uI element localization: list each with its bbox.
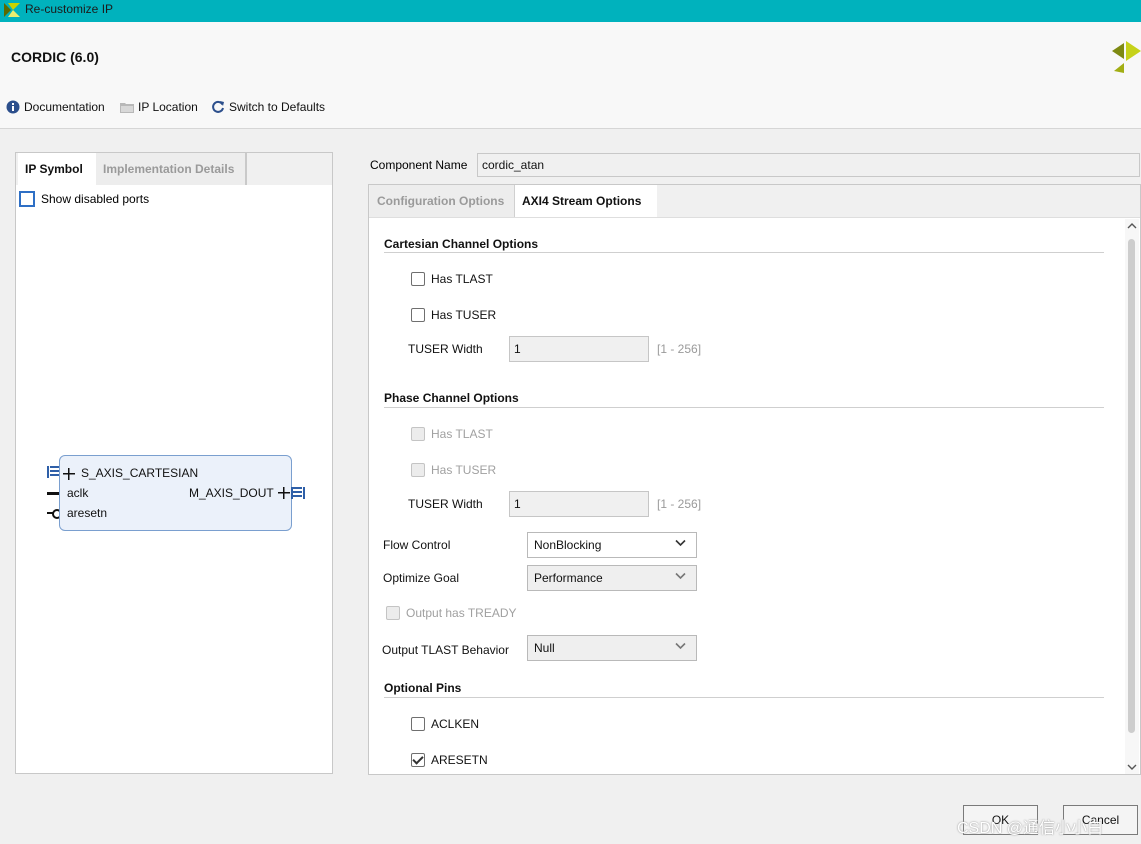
- show-disabled-ports-checkbox[interactable]: Show disabled ports: [19, 191, 149, 207]
- port-aresetn: aresetn: [67, 506, 108, 520]
- switch-to-defaults-label: Switch to Defaults: [229, 100, 326, 114]
- phase-has-tuser-checkbox[interactable]: Has TUSER: [411, 463, 496, 477]
- chevron-down-icon: [675, 642, 686, 650]
- output-tlast-behavior-label: Output TLAST Behavior: [382, 643, 509, 657]
- tab-implementation-details[interactable]: Implementation Details: [96, 153, 247, 185]
- refresh-icon: [211, 100, 225, 114]
- phase-tuser-width-label: TUSER Width: [408, 497, 483, 511]
- checkbox-box: [411, 717, 425, 731]
- chevron-down-icon: [675, 572, 686, 580]
- checkbox-box: [411, 753, 425, 767]
- check-mark-icon: [412, 753, 424, 765]
- show-disabled-ports-label: Show disabled ports: [41, 192, 150, 206]
- output-tready-checkbox[interactable]: Output has TREADY: [386, 606, 517, 620]
- section-divider: [384, 407, 1104, 408]
- vendor-logo-icon: [1112, 41, 1141, 76]
- folder-icon: [120, 101, 134, 113]
- vertical-scrollbar[interactable]: [1125, 219, 1139, 774]
- section-divider: [384, 252, 1104, 253]
- phase-has-tlast-checkbox[interactable]: Has TLAST: [411, 427, 493, 441]
- expand-plus-icon[interactable]: [278, 487, 290, 499]
- optimize-goal-label: Optimize Goal: [383, 571, 460, 585]
- phase-section-title: Phase Channel Options: [384, 391, 519, 405]
- port-m-axis-dout: M_AXIS_DOUT: [189, 486, 274, 500]
- component-name-input[interactable]: [477, 153, 1140, 177]
- cartesian-has-tlast-label: Has TLAST: [431, 272, 493, 286]
- window-titlebar: Re-customize IP: [0, 0, 1141, 22]
- flow-control-label: Flow Control: [383, 538, 451, 552]
- aclken-checkbox[interactable]: ACLKEN: [411, 717, 479, 731]
- checkbox-box: [19, 191, 35, 207]
- ip-block: S_AXIS_CARTESIAN aclk aresetn M_AXIS_DOU…: [59, 455, 292, 531]
- phase-has-tlast-label: Has TLAST: [431, 427, 493, 441]
- ip-location-button[interactable]: IP Location: [120, 100, 198, 114]
- component-name-label: Component Name: [370, 158, 468, 172]
- tab-configuration-options[interactable]: Configuration Options: [370, 185, 516, 217]
- cartesian-tuser-width-range: [1 - 256]: [657, 342, 702, 356]
- scrollbar-thumb[interactable]: [1128, 239, 1135, 733]
- aresetn-label: ARESETN: [431, 753, 488, 767]
- cartesian-has-tuser-checkbox[interactable]: Has TUSER: [411, 308, 496, 322]
- cartesian-tuser-width-input[interactable]: 1: [509, 336, 649, 362]
- checkbox-box: [411, 427, 425, 441]
- info-icon: [6, 100, 20, 114]
- documentation-button[interactable]: Documentation: [6, 100, 105, 114]
- chevron-down-icon: [675, 539, 686, 547]
- port-aclk: aclk: [67, 486, 89, 500]
- aresetn-checkbox[interactable]: ARESETN: [411, 753, 488, 767]
- checkbox-box: [411, 272, 425, 286]
- optimize-goal-value: Performance: [534, 571, 603, 585]
- right-tab-bar: Configuration Options AXI4 Stream Option…: [369, 185, 1140, 218]
- left-tab-bar: IP Symbol Implementation Details: [16, 153, 332, 185]
- watermark: CSDN @通信小小白: [957, 820, 1104, 837]
- cartesian-has-tuser-label: Has TUSER: [431, 308, 497, 322]
- ip-title: CORDIC (6.0): [11, 49, 99, 65]
- checkbox-box: [411, 308, 425, 322]
- flow-control-select[interactable]: NonBlocking: [527, 532, 697, 558]
- optional-pins-section-title: Optional Pins: [384, 681, 462, 695]
- window-title: Re-customize IP: [25, 2, 114, 16]
- documentation-label: Documentation: [24, 100, 105, 114]
- flow-control-value: NonBlocking: [534, 538, 602, 552]
- ip-header: CORDIC (6.0) Documentation IP Location S…: [0, 22, 1141, 129]
- aclk-pin: [47, 492, 59, 495]
- checkbox-box: [386, 606, 400, 620]
- cartesian-section-title: Cartesian Channel Options: [384, 237, 539, 251]
- tab-axi4-stream-options[interactable]: AXI4 Stream Options: [515, 185, 657, 217]
- expand-plus-icon[interactable]: [63, 468, 75, 480]
- aclken-label: ACLKEN: [431, 717, 480, 731]
- scroll-down-icon[interactable]: [1125, 760, 1139, 774]
- output-tready-label: Output has TREADY: [406, 606, 517, 620]
- tab-ip-symbol[interactable]: IP Symbol: [18, 153, 98, 185]
- section-divider: [384, 697, 1104, 698]
- output-tlast-behavior-value: Null: [534, 641, 555, 655]
- phase-tuser-width-input[interactable]: 1: [509, 491, 649, 517]
- ip-symbol-panel: IP Symbol Implementation Details Show di…: [15, 152, 333, 774]
- checkbox-box: [411, 463, 425, 477]
- ip-location-label: IP Location: [138, 100, 198, 114]
- bus-interface-icon: [291, 487, 305, 499]
- port-s-axis-cartesian: S_AXIS_CARTESIAN: [81, 466, 199, 480]
- optimize-goal-select[interactable]: Performance: [527, 565, 697, 591]
- scroll-up-icon[interactable]: [1125, 219, 1139, 233]
- options-panel: Configuration Options AXI4 Stream Option…: [368, 184, 1141, 775]
- switch-to-defaults-button[interactable]: Switch to Defaults: [211, 100, 325, 114]
- cartesian-has-tlast-checkbox[interactable]: Has TLAST: [411, 272, 493, 286]
- xilinx-logo-icon: [4, 3, 20, 20]
- output-tlast-behavior-select[interactable]: Null: [527, 635, 697, 661]
- cartesian-tuser-width-label: TUSER Width: [408, 342, 483, 356]
- phase-tuser-width-range: [1 - 256]: [657, 497, 702, 511]
- phase-has-tuser-label: Has TUSER: [431, 463, 497, 477]
